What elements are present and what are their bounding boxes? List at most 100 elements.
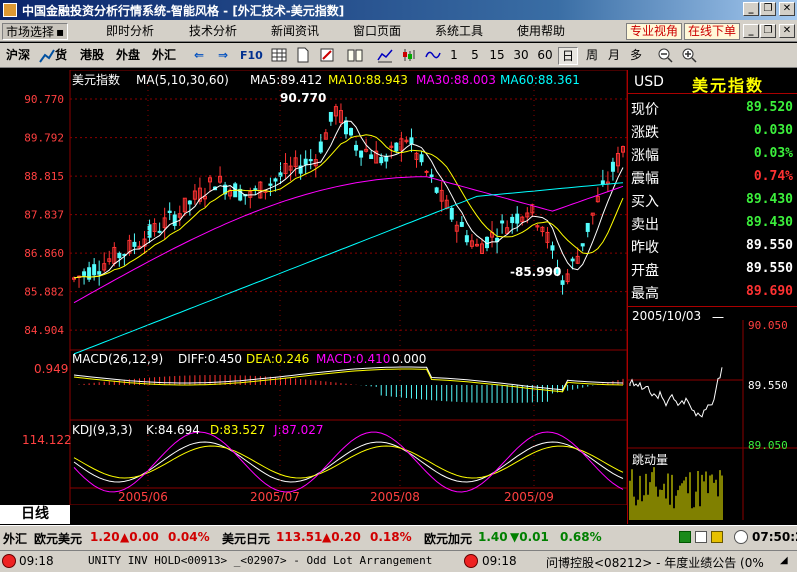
dropdown-arrow-icon: ▪ xyxy=(56,25,65,39)
candle-body xyxy=(429,174,434,178)
candle-body xyxy=(318,141,323,153)
candle-icon[interactable] xyxy=(400,47,418,65)
window-title: 中国金融投资分析行情系统-智能风格 - [外汇技术-美元指数] xyxy=(22,4,345,18)
period-month[interactable]: 月 xyxy=(606,47,622,65)
quote-row-label: 买入 xyxy=(631,194,659,210)
candle-body xyxy=(349,128,354,136)
fx-ticker: 外汇 欧元美元 1.20 ▲0.00 0.04% 美元日元 113.51 ▲0.… xyxy=(0,525,797,550)
chart-area[interactable]: 90.770 89.792 88.815 87.837 86.860 85.882 84.9… xyxy=(0,70,627,505)
market-hk-button[interactable]: 港股 xyxy=(78,47,106,65)
menu-window[interactable]: 窗口页面 xyxy=(350,23,404,40)
kdj-legend: KDJ(9,3,3) xyxy=(72,423,133,437)
kdj-tick: 114.122 xyxy=(22,433,72,447)
candle-body xyxy=(560,280,565,285)
kdj-k: K:84.694 xyxy=(146,423,200,437)
candle-body xyxy=(167,210,172,214)
wave-icon[interactable] xyxy=(424,47,442,65)
candle-body xyxy=(369,154,374,159)
alert-face-icon-2 xyxy=(464,554,478,568)
arrow-right-icon[interactable]: ⇒ xyxy=(214,47,232,65)
grid-icon[interactable] xyxy=(270,47,288,65)
candle-body xyxy=(97,271,102,275)
period-week[interactable]: 周 xyxy=(584,47,600,65)
period-day[interactable]: 日 xyxy=(558,47,578,65)
intraday-bottom: 89.050 xyxy=(748,439,788,452)
ticker-eurusd-name[interactable]: 欧元美元 xyxy=(34,530,82,547)
candle-body xyxy=(459,221,464,227)
tab-daily[interactable]: 日线 xyxy=(0,505,70,524)
period-15min[interactable]: 15 xyxy=(488,47,506,65)
online-order-button[interactable]: 在线下单 xyxy=(684,23,741,40)
edit-icon[interactable] xyxy=(318,47,336,65)
book-icon[interactable] xyxy=(346,47,364,65)
period-5min[interactable]: 5 xyxy=(469,47,481,65)
market-shsz-button[interactable]: 沪深 xyxy=(4,47,32,65)
title-bar: 中国金融投资分析行情系统-智能风格 - [外汇技术-美元指数] _ ❐ ✕ xyxy=(0,0,797,20)
high-label: 90.770 xyxy=(280,91,326,105)
period-30min[interactable]: 30 xyxy=(512,47,530,65)
mdi-restore-button[interactable]: ❐ xyxy=(760,24,776,38)
chart-svg[interactable]: 90.770 89.792 88.815 87.837 86.860 85.882 84.9… xyxy=(0,70,627,505)
new-doc-icon[interactable] xyxy=(294,47,312,65)
candle-body xyxy=(328,111,333,122)
zoom-out-icon[interactable] xyxy=(656,47,674,65)
candle-body xyxy=(500,220,505,224)
ma-legend: MA(5,10,30,60) xyxy=(136,73,229,87)
close-button[interactable]: ✕ xyxy=(779,2,795,16)
macd-legend: MACD(26,12,9) xyxy=(72,352,163,366)
menu-tools[interactable]: 系统工具 xyxy=(432,23,486,40)
candle-body xyxy=(147,224,152,238)
zoom-in-icon[interactable] xyxy=(680,47,698,65)
menu-help[interactable]: 使用帮助 xyxy=(514,23,568,40)
ma60-value: MA60:88.361 xyxy=(500,73,580,87)
intraday-top: 90.050 xyxy=(748,319,788,332)
resize-grip-icon[interactable]: ◢ xyxy=(780,555,788,566)
candle-body xyxy=(303,158,308,165)
period-1min[interactable]: 1 xyxy=(448,47,460,65)
candle-body xyxy=(419,154,424,163)
ma30-line xyxy=(73,176,624,304)
menu-realtime[interactable]: 即时分析 xyxy=(103,23,157,40)
period-60min[interactable]: 60 xyxy=(536,47,554,65)
clock-time: 07:50:22 xyxy=(752,530,797,544)
ticker-usdjpy-name[interactable]: 美元日元 xyxy=(222,530,270,547)
market-partial-label: 货 xyxy=(54,48,67,62)
news-headline-1[interactable]: UNITY INV HOLD<00913> _<02907> - Odd Lot… xyxy=(88,554,432,567)
market-fx-button[interactable]: 外汇 xyxy=(150,47,178,65)
intraday-chart[interactable] xyxy=(628,320,797,520)
ticker-eurcad-change: ▼0.01 xyxy=(510,530,549,544)
pro-view-button[interactable]: 专业视角 xyxy=(626,23,683,40)
mdi-minimize-button[interactable]: _ xyxy=(743,24,759,38)
menu-technical[interactable]: 技术分析 xyxy=(186,23,240,40)
menu-news[interactable]: 新闻资讯 xyxy=(268,23,322,40)
keyboard-icon[interactable] xyxy=(695,531,707,543)
arrow-left-icon[interactable]: ⇐ xyxy=(190,47,208,65)
lock-icon[interactable] xyxy=(711,531,723,543)
candle-body xyxy=(550,245,555,251)
price-tick: 85.882 xyxy=(24,286,64,299)
ma5-line xyxy=(73,120,624,279)
mdi-close-button[interactable]: ✕ xyxy=(779,24,795,38)
candle-body xyxy=(278,172,283,177)
restore-button[interactable]: ❐ xyxy=(760,2,776,16)
candle-body xyxy=(117,252,122,259)
market-foreign-button[interactable]: 外盘 xyxy=(114,47,142,65)
line-chart-icon[interactable] xyxy=(376,47,394,65)
quote-row-label: 卖出 xyxy=(631,217,659,233)
intraday-mid: 89.550 xyxy=(748,379,788,392)
candle-body xyxy=(510,216,515,224)
quote-row-value: 0.030 xyxy=(753,123,793,138)
ticker-usdjpy-value: 113.51 xyxy=(276,530,323,544)
ticker-eurcad-name[interactable]: 欧元加元 xyxy=(424,530,472,547)
menu-market-select[interactable]: 市场选择 ▪ xyxy=(2,23,69,40)
news-time-2: 09:18 xyxy=(482,554,517,568)
quote-row-value: 89.550 xyxy=(746,238,793,253)
quote-panel: USD 美元指数 现价 89.520 涨跌 0.030 涨幅 0.03% 震幅 0.74% 买入… xyxy=(627,70,797,524)
period-multi[interactable]: 多 xyxy=(628,47,644,65)
news-headline-2[interactable]: 问博控股<08212> - 年度业绩公告 (0% xyxy=(546,554,764,571)
intraday-price-line xyxy=(629,367,723,418)
quote-row: 昨收 89.550 xyxy=(631,234,797,257)
candle-body xyxy=(610,161,615,172)
f10-button[interactable]: F10 xyxy=(240,47,263,65)
minimize-button[interactable]: _ xyxy=(743,2,759,16)
